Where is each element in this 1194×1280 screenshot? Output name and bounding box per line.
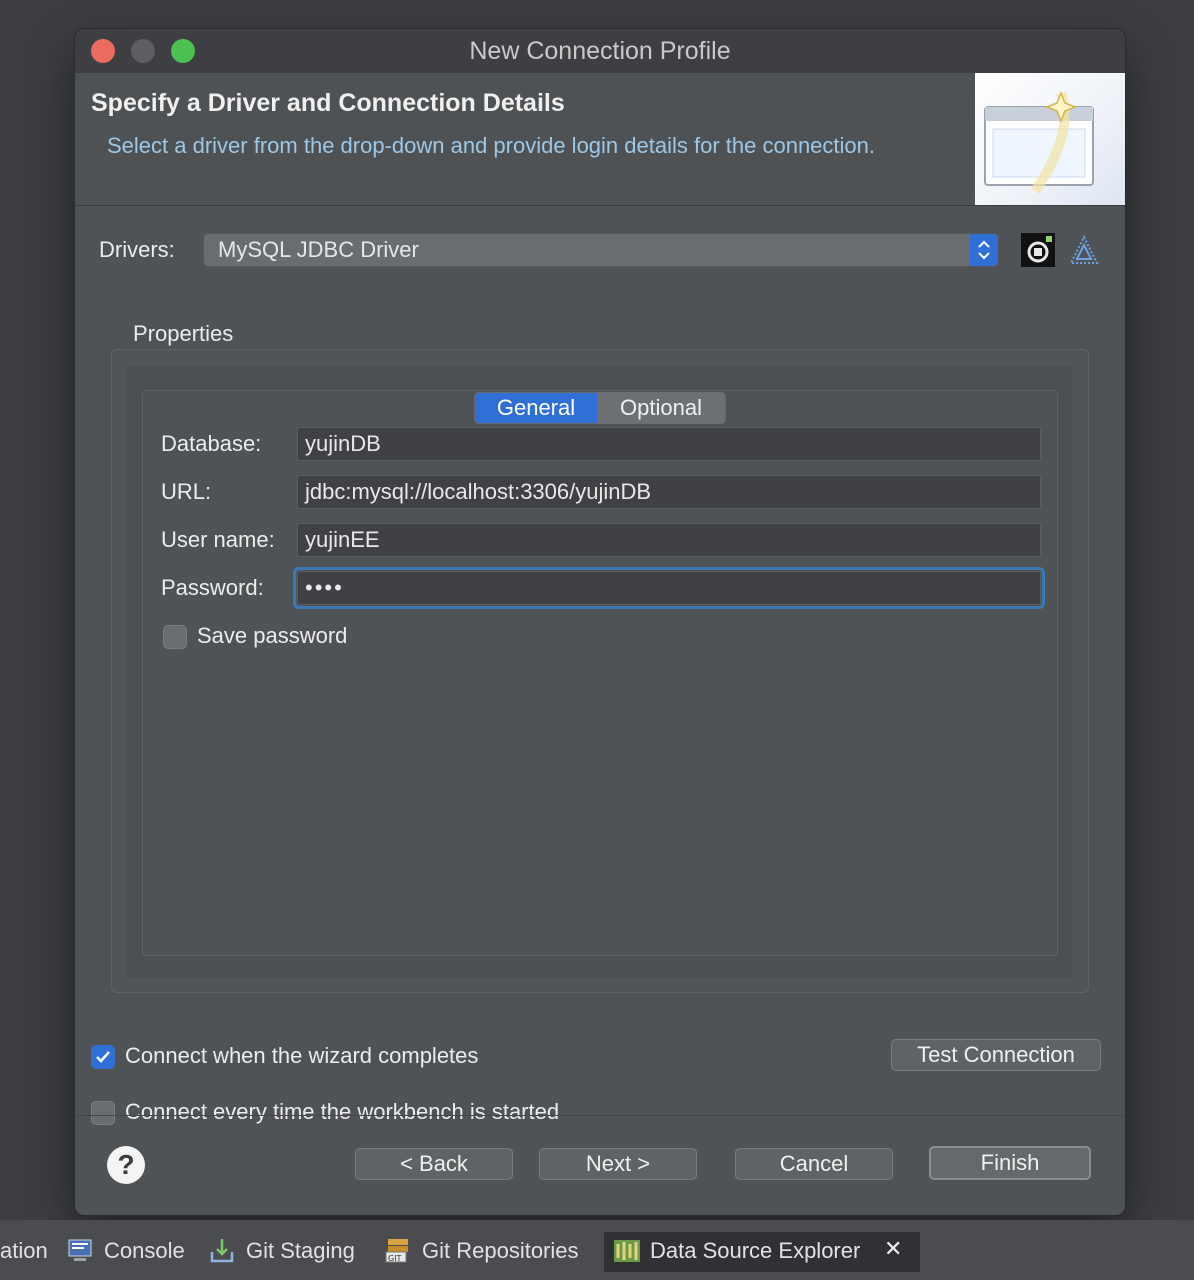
view-tab-bar: ation Console Git Staging GIT Git Reposi… (0, 1220, 1194, 1280)
properties-inner-panel: Database: yujinDB URL: jdbc:mysql://loca… (126, 366, 1072, 978)
connect-when-complete-label: Connect when the wizard completes (125, 1043, 479, 1068)
wizard-body: Drivers: MySQL JDBC Driver Properties Da… (75, 205, 1125, 1125)
save-password-label: Save password (197, 623, 348, 648)
help-button[interactable]: ? (107, 1146, 145, 1184)
drivers-label: Drivers: (99, 237, 175, 262)
user-name-label: User name: (161, 527, 275, 552)
tab-git-repositories-label: Git Repositories (422, 1238, 579, 1263)
finish-button[interactable]: Finish (929, 1146, 1091, 1180)
properties-label: Properties (133, 321, 234, 346)
password-field[interactable]: •••• (293, 567, 1045, 609)
new-driver-definition-icon[interactable] (1021, 233, 1055, 267)
password-label: Password: (161, 575, 264, 600)
git-staging-icon (208, 1236, 236, 1264)
git-repositories-icon: GIT (384, 1236, 412, 1264)
drivers-selected-value: MySQL JDBC Driver (218, 237, 419, 262)
new-connection-profile-dialog: New Connection Profile Specify a Driver … (74, 28, 1126, 1216)
tab-data-source-explorer[interactable]: Data Source Explorer ✕ (604, 1232, 920, 1272)
url-value: jdbc:mysql://localhost:3306/yujinDB (305, 479, 652, 504)
console-icon (66, 1236, 94, 1264)
page-title: Specify a Driver and Connection Details (91, 89, 565, 117)
user-name-field[interactable]: yujinEE (297, 523, 1041, 557)
chevron-up-down-icon[interactable] (970, 234, 998, 266)
save-password-checkbox[interactable] (163, 625, 187, 649)
tab-partial-label: ation (0, 1238, 48, 1263)
properties-group: Database: yujinDB URL: jdbc:mysql://loca… (111, 349, 1089, 993)
tab-git-repositories[interactable]: GIT Git Repositories (384, 1232, 600, 1272)
connect-when-complete-checkbox[interactable] (91, 1045, 115, 1069)
wizard-banner-icon (975, 73, 1125, 205)
close-tab-icon[interactable]: ✕ (884, 1236, 902, 1262)
properties-tab-panel: Database: yujinDB URL: jdbc:mysql://loca… (142, 390, 1058, 956)
data-source-explorer-icon (612, 1236, 640, 1264)
url-field[interactable]: jdbc:mysql://localhost:3306/yujinDB (297, 475, 1041, 509)
title-bar[interactable]: New Connection Profile (75, 29, 1125, 74)
window-title: New Connection Profile (469, 37, 731, 65)
drivers-dropdown[interactable]: MySQL JDBC Driver (203, 233, 999, 267)
wizard-header: Specify a Driver and Connection Details … (75, 73, 1125, 206)
password-value: •••• (305, 575, 344, 600)
next-button[interactable]: Next > (539, 1148, 697, 1180)
test-connection-button[interactable]: Test Connection (891, 1039, 1101, 1071)
edit-driver-definition-icon[interactable] (1067, 233, 1101, 267)
url-label: URL: (161, 479, 212, 504)
tab-git-staging[interactable]: Git Staging (208, 1232, 374, 1272)
tab-data-source-explorer-label: Data Source Explorer (650, 1238, 861, 1263)
svg-text:GIT: GIT (388, 1254, 402, 1263)
checkmark-icon (96, 1051, 110, 1063)
back-button[interactable]: < Back (355, 1148, 513, 1180)
tab-console[interactable]: Console (66, 1232, 196, 1272)
database-value: yujinDB (305, 431, 381, 456)
database-label: Database: (161, 431, 262, 456)
tab-optional[interactable]: Optional (597, 393, 725, 423)
user-name-value: yujinEE (305, 527, 380, 552)
database-field[interactable]: yujinDB (297, 427, 1041, 461)
tab-git-staging-label: Git Staging (246, 1238, 355, 1263)
page-description: Select a driver from the drop-down and p… (107, 133, 875, 158)
properties-tabs: General Optional (474, 392, 726, 424)
cancel-button[interactable]: Cancel (735, 1148, 893, 1180)
wizard-footer: ? < Back Next > Cancel Finish (75, 1115, 1125, 1215)
tab-partial-view[interactable]: ation (0, 1232, 60, 1272)
tab-console-label: Console (104, 1238, 185, 1263)
tab-general[interactable]: General (475, 393, 597, 423)
